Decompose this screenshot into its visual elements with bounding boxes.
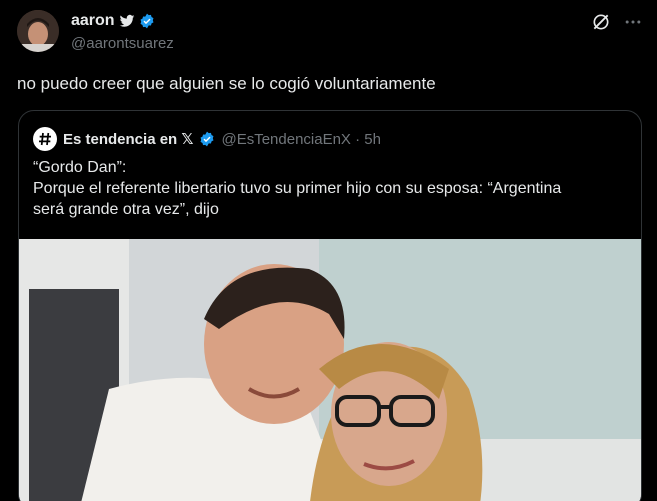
quote-handle-time: @EsTendenciaEnX · 5h bbox=[221, 130, 381, 148]
top-actions bbox=[591, 12, 643, 32]
author-handle[interactable]: @aarontsuarez bbox=[71, 35, 174, 52]
quote-line: Porque el referente libertario tuvo su p… bbox=[33, 180, 562, 197]
quote-header: Es tendencia en 𝕏 @EsTendenciaEnX · 5h bbox=[33, 127, 381, 151]
grok-icon[interactable] bbox=[591, 12, 611, 32]
hashtag-icon[interactable] bbox=[33, 127, 57, 151]
tweet-text: no puedo creer que alguien se lo cogió v… bbox=[17, 74, 436, 93]
verified-badge-icon[interactable] bbox=[139, 13, 155, 29]
more-icon[interactable] bbox=[623, 12, 643, 32]
quote-line: será grande otra vez”, dijo bbox=[33, 201, 219, 218]
verified-badge-icon bbox=[199, 131, 215, 147]
author-avatar[interactable] bbox=[17, 10, 59, 52]
quote-author-name[interactable]: Es tendencia en 𝕏 bbox=[63, 130, 193, 148]
quote-line: “Gordo Dan”: bbox=[33, 159, 127, 176]
bird-icon bbox=[119, 13, 135, 29]
author-name-row[interactable]: aaron bbox=[71, 12, 155, 30]
quote-text: “Gordo Dan”: Porque el referente liberta… bbox=[33, 157, 633, 220]
author-name[interactable]: aaron bbox=[71, 12, 115, 30]
quoted-tweet[interactable]: Es tendencia en 𝕏 @EsTendenciaEnX · 5h “… bbox=[18, 110, 642, 501]
quote-photo[interactable] bbox=[19, 239, 641, 501]
